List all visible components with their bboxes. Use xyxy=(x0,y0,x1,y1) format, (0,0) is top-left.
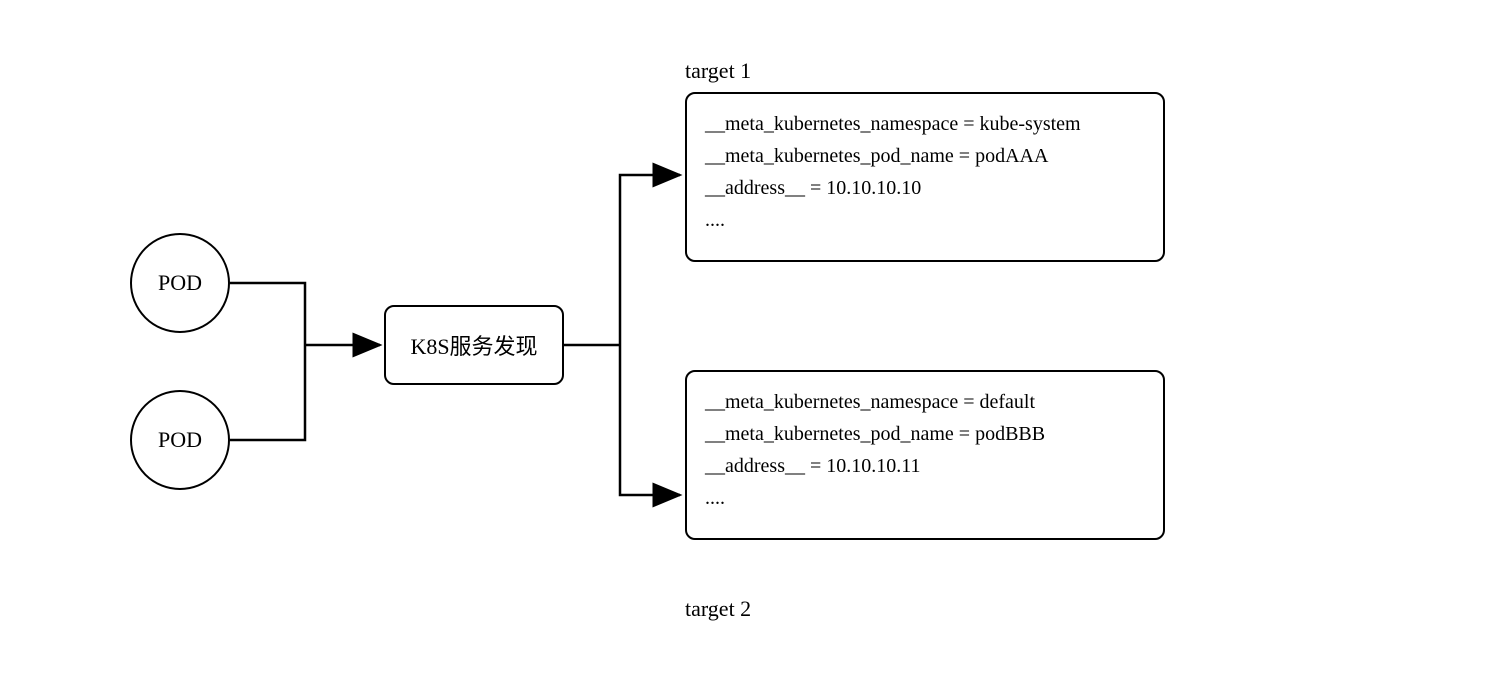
target-1-line-0: __meta_kubernetes_namespace = kube-syste… xyxy=(705,108,1145,140)
target-1-line-2: __address__ = 10.10.10.10 xyxy=(705,172,1145,204)
pod-label-1: POD xyxy=(158,270,202,296)
target-1-box: __meta_kubernetes_namespace = kube-syste… xyxy=(685,92,1165,262)
target-1-line-3: .... xyxy=(705,204,1145,236)
target-1-title: target 1 xyxy=(685,58,751,84)
target-2-line-0: __meta_kubernetes_namespace = default xyxy=(705,386,1145,418)
target-1-line-1: __meta_kubernetes_pod_name = podAAA xyxy=(705,140,1145,172)
target-2-line-3: .... xyxy=(705,482,1145,514)
service-label: K8S服务发现 xyxy=(410,329,537,361)
target-2-line-2: __address__ = 10.10.10.11 xyxy=(705,450,1145,482)
target-2-title: target 2 xyxy=(685,596,751,622)
target-2-line-1: __meta_kubernetes_pod_name = podBBB xyxy=(705,418,1145,450)
service-discovery-box: K8S服务发现 xyxy=(384,305,564,385)
target-2-box: __meta_kubernetes_namespace = default __… xyxy=(685,370,1165,540)
pod-label-2: POD xyxy=(158,427,202,453)
pod-node-2: POD xyxy=(130,390,230,490)
pod-node-1: POD xyxy=(130,233,230,333)
